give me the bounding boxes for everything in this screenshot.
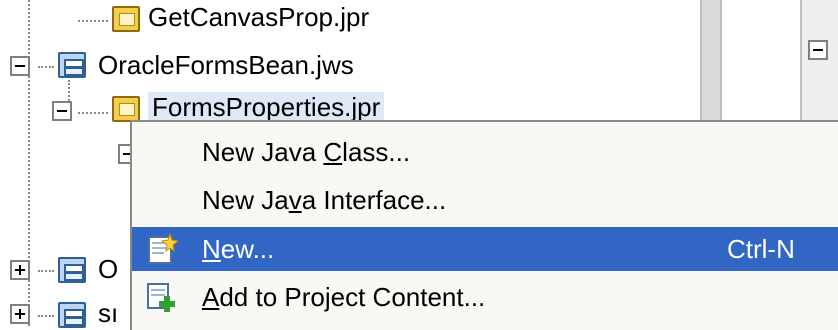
new-gallery-icon — [148, 233, 178, 264]
project-icon — [112, 6, 140, 32]
tree-item-s[interactable]: sı — [98, 298, 118, 328]
menu-item-add-to-project-content[interactable]: Add to Project Content... — [132, 275, 838, 319]
menu-item-label: Add to Project Content... — [202, 282, 486, 312]
tree-connector — [38, 315, 54, 317]
menu-item-new-java-interface[interactable]: New Java Interface... — [132, 178, 838, 222]
collapse-toggle[interactable] — [10, 56, 30, 76]
menu-item-new-java-class[interactable]: New Java Class... — [132, 130, 838, 174]
menu-item-shortcut: Ctrl-N — [727, 234, 795, 264]
expand-toggle[interactable] — [10, 304, 30, 324]
project-icon — [112, 96, 140, 122]
tree-connector — [38, 270, 54, 272]
menu-item-new[interactable]: New... Ctrl-N — [132, 227, 838, 271]
tree-connector — [38, 66, 54, 68]
workspace-icon — [58, 302, 86, 328]
menu-item-label: New Java Interface... — [202, 185, 447, 215]
side-panel-strip — [800, 0, 838, 120]
tree-item-getcanvasprop[interactable]: GetCanvasProp.jpr — [148, 2, 369, 32]
menu-item-label: New... — [202, 234, 275, 264]
workspace-icon — [58, 52, 86, 78]
workspace-icon — [58, 257, 86, 283]
add-to-project-icon — [147, 283, 175, 312]
tree-item-o[interactable]: O — [98, 254, 118, 284]
tree-connector — [78, 20, 108, 22]
collapse-toggle[interactable] — [808, 40, 828, 60]
tree-connector — [78, 112, 108, 114]
menu-item-label: New Java Class... — [202, 137, 411, 167]
splitter-bar[interactable] — [700, 0, 722, 120]
collapse-toggle[interactable] — [52, 101, 72, 121]
expand-toggle[interactable] — [10, 260, 30, 280]
context-menu: New Java Class... New Java Interface... … — [130, 120, 838, 330]
tree-item-formsproperties[interactable]: FormsProperties.jpr — [148, 92, 385, 122]
tree-item-oracleformsbean[interactable]: OracleFormsBean.jws — [98, 50, 354, 80]
